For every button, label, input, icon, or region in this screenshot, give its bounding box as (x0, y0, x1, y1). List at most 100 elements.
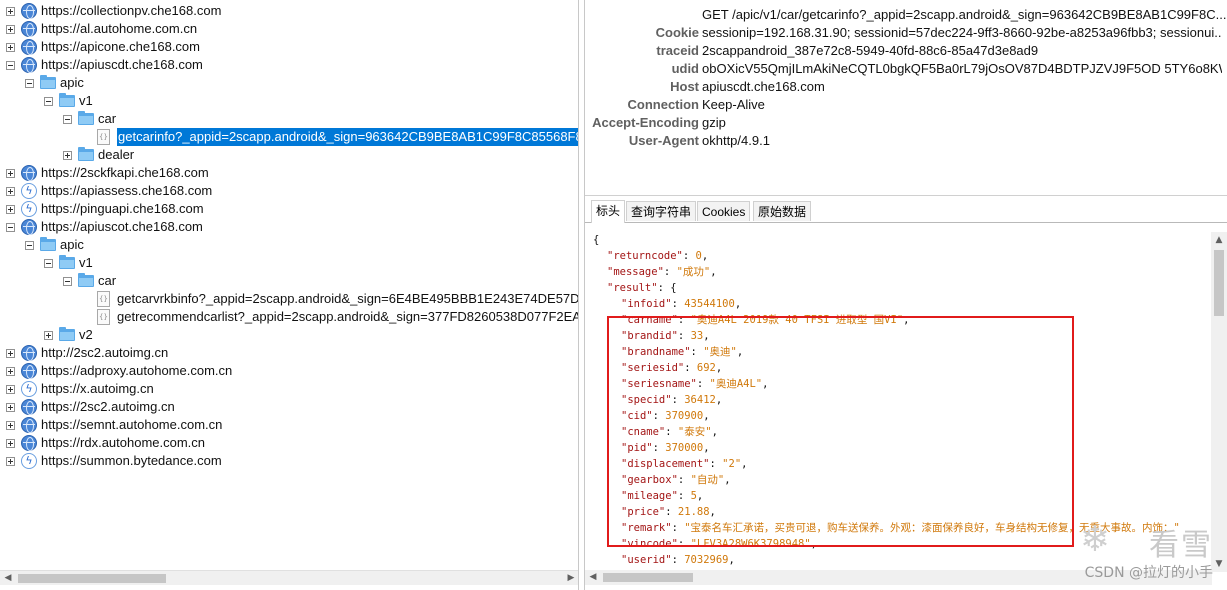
collapse-minus-icon[interactable] (63, 115, 72, 124)
tree-horizontal-scrollbar[interactable]: ◀ ▶ (0, 570, 578, 585)
tree-node-label[interactable]: https://pinguapi.che168.com (41, 200, 204, 218)
tree-node-label[interactable]: car (98, 110, 116, 128)
tree-node[interactable]: {} getcarvrkbinfo?_appid=2scapp.android&_… (0, 290, 578, 308)
tree-node[interactable]: https://adproxy.autohome.com.cn (0, 362, 578, 380)
tree-node-label[interactable]: http://2sc2.autoimg.cn (41, 344, 168, 362)
expand-plus-icon[interactable] (6, 457, 15, 466)
scroll-left-arrow-icon[interactable]: ◀ (588, 572, 598, 582)
expand-plus-icon[interactable] (6, 25, 15, 34)
expand-plus-icon[interactable] (6, 187, 15, 196)
tree-node-label[interactable]: v2 (79, 326, 93, 344)
highlight-box (607, 316, 1074, 547)
collapse-minus-icon[interactable] (44, 259, 53, 268)
tree-node-label[interactable]: https://apicone.che168.com (41, 38, 200, 56)
expand-plus-icon[interactable] (6, 439, 15, 448)
tree-node[interactable]: ϟ https://x.autoimg.cn (0, 380, 578, 398)
tree-node[interactable]: http://2sc2.autoimg.cn (0, 344, 578, 362)
tree-node[interactable]: https://al.autohome.com.cn (0, 20, 578, 38)
collapse-minus-icon[interactable] (25, 79, 34, 88)
expand-plus-icon[interactable] (6, 169, 15, 178)
tab-0[interactable]: 标头 (591, 200, 626, 223)
tree-node[interactable]: car (0, 272, 578, 290)
tree-node-label[interactable]: https://collectionpv.che168.com (41, 2, 221, 20)
tree-node[interactable]: ϟ https://summon.bytedance.com (0, 452, 578, 470)
scroll-down-arrow-icon[interactable]: ▼ (1214, 559, 1224, 569)
tree-node[interactable]: {} getrecommendcarlist?_appid=2scapp.andr… (0, 308, 578, 326)
tree-node[interactable]: https://apicone.che168.com (0, 38, 578, 56)
folder-icon (78, 273, 94, 287)
tree-node-label[interactable]: https://x.autoimg.cn (41, 380, 154, 398)
tab-1[interactable]: 查询字符串 (626, 201, 697, 221)
tree-node-label[interactable]: https://2sckfkapi.che168.com (41, 164, 209, 182)
header-row: Cookie sessionip=192.168.31.90; sessionid… (585, 24, 1227, 42)
tree-node-label[interactable]: https://semnt.autohome.com.cn (41, 416, 222, 434)
tree-node[interactable]: https://2sckfkapi.che168.com (0, 164, 578, 182)
tree-node-label[interactable]: https://apiuscdt.che168.com (41, 56, 203, 74)
expand-plus-icon[interactable] (6, 403, 15, 412)
globe-icon (21, 417, 37, 433)
tree-node[interactable]: v2 (0, 326, 578, 344)
tree-node-label[interactable]: dealer (98, 146, 134, 164)
collapse-minus-icon[interactable] (6, 223, 15, 232)
collapse-minus-icon[interactable] (25, 241, 34, 250)
tree-node-label[interactable]: https://2sc2.autoimg.cn (41, 398, 175, 416)
tree-node-label[interactable]: https://summon.bytedance.com (41, 452, 222, 470)
tree-node-label[interactable]: apic (60, 74, 84, 92)
tree-node-label[interactable]: car (98, 272, 116, 290)
tree-node[interactable]: https://2sc2.autoimg.cn (0, 398, 578, 416)
tree-node[interactable]: {} getcarinfo?_appid=2scapp.android&_sign… (0, 128, 578, 146)
header-value: sessionip=192.168.31.90; sessionid=57dec… (702, 25, 1222, 40)
tree-node[interactable]: https://rdx.autohome.com.cn (0, 434, 578, 452)
tree-node[interactable]: https://apiuscot.che168.com (0, 218, 578, 236)
json-punct: : { (657, 282, 677, 294)
expand-plus-icon[interactable] (6, 385, 15, 394)
collapse-minus-icon[interactable] (6, 61, 15, 70)
tree-node-label[interactable]: https://adproxy.autohome.com.cn (41, 362, 232, 380)
collapse-minus-icon[interactable] (63, 277, 72, 286)
tree-node[interactable]: dealer (0, 146, 578, 164)
tree-node[interactable]: apic (0, 74, 578, 92)
json-scroll-thumb-h[interactable] (603, 573, 693, 582)
tree-node-label[interactable]: https://apiassess.che168.com (41, 182, 212, 200)
json-punct: , (710, 266, 717, 278)
tree-node-label[interactable]: getrecommendcarlist?_appid=2scapp.androi… (117, 308, 578, 326)
json-vertical-scrollbar[interactable]: ▲ ▼ (1211, 232, 1227, 572)
tree-node[interactable]: car (0, 110, 578, 128)
header-value: obOXicV55QmjILmAkiNeCQTL0bgkQF5Ba0rL79jO… (702, 61, 1222, 76)
tree-scroll-thumb[interactable] (18, 574, 166, 583)
tree-node[interactable]: ϟ https://apiassess.che168.com (0, 182, 578, 200)
tab-3[interactable]: 原始数据 (753, 201, 812, 221)
tree-node-label[interactable]: https://al.autohome.com.cn (41, 20, 197, 38)
tree-node-label[interactable]: https://apiuscot.che168.com (41, 218, 203, 236)
expand-plus-icon[interactable] (6, 421, 15, 430)
expand-plus-icon[interactable] (6, 367, 15, 376)
tree-node-label[interactable]: v1 (79, 92, 93, 110)
expand-plus-icon[interactable] (44, 331, 53, 340)
scroll-left-arrow-icon[interactable]: ◀ (3, 573, 13, 583)
tree-node-label[interactable]: apic (60, 236, 84, 254)
expand-plus-icon[interactable] (6, 7, 15, 16)
collapse-minus-icon[interactable] (44, 97, 53, 106)
header-value: gzip (702, 115, 726, 130)
expand-plus-icon[interactable] (6, 349, 15, 358)
scroll-right-arrow-icon[interactable]: ▶ (566, 573, 576, 583)
expand-plus-icon[interactable] (6, 43, 15, 52)
tree-node-label[interactable]: getcarinfo?_appid=2scapp.android&_sign=9… (117, 128, 578, 146)
tree-node[interactable]: apic (0, 236, 578, 254)
expand-plus-icon[interactable] (6, 205, 15, 214)
tree-node-label[interactable]: getcarvrkbinfo?_appid=2scapp.android&_si… (117, 290, 578, 308)
tree-node[interactable]: https://apiuscdt.che168.com (0, 56, 578, 74)
tree-node[interactable]: v1 (0, 92, 578, 110)
expand-plus-icon[interactable] (63, 151, 72, 160)
tree-node[interactable]: https://collectionpv.che168.com (0, 2, 578, 20)
json-line: "result": { (587, 280, 1212, 296)
tree-node-label[interactable]: https://rdx.autohome.com.cn (41, 434, 205, 452)
lightning-icon: ϟ (21, 453, 37, 469)
tree-node[interactable]: ϟ https://pinguapi.che168.com (0, 200, 578, 218)
tree-node[interactable]: https://semnt.autohome.com.cn (0, 416, 578, 434)
json-scroll-thumb[interactable] (1214, 250, 1224, 316)
tab-2[interactable]: Cookies (697, 201, 751, 221)
tree-node-label[interactable]: v1 (79, 254, 93, 272)
tree-node[interactable]: v1 (0, 254, 578, 272)
scroll-up-arrow-icon[interactable]: ▲ (1214, 235, 1224, 245)
